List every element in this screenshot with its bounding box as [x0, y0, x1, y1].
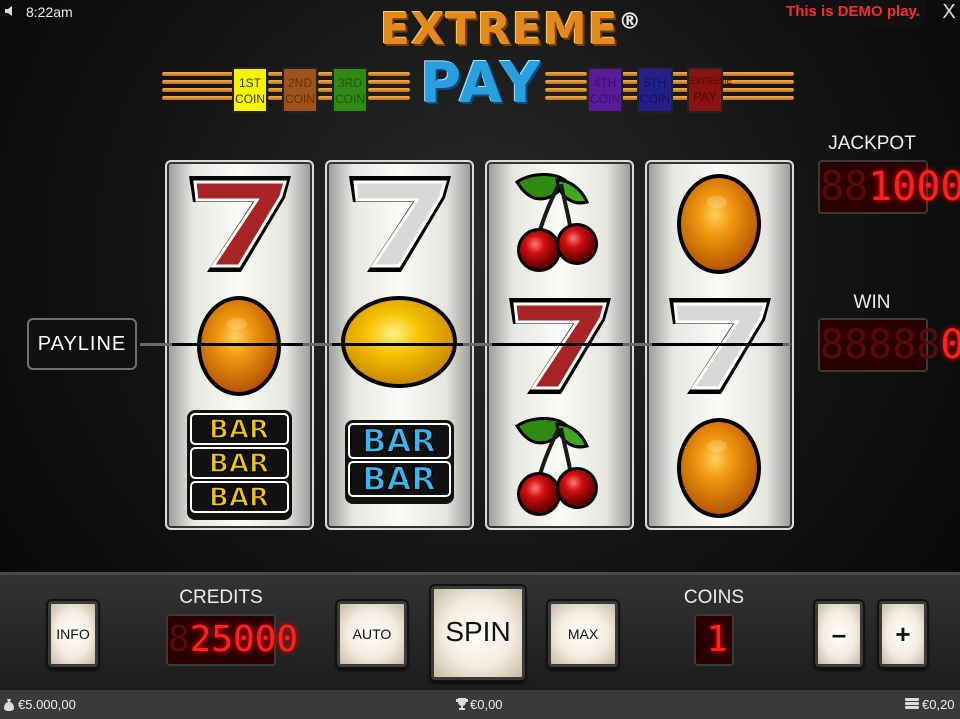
svg-text:BAR: BAR: [209, 483, 269, 513]
coin-indicator-line2: COIN: [335, 92, 365, 106]
payline-mark-4: [652, 343, 783, 346]
jackpot-ghost-digits: 88: [820, 164, 869, 210]
orange-symbol: [647, 406, 792, 528]
svg-text:BAR: BAR: [362, 422, 436, 460]
logo-stripes-left-d: [368, 72, 410, 108]
win-ghost-digits: 88888: [820, 322, 941, 368]
decrease-coins-button[interactable]: –: [815, 601, 863, 667]
credits-display: 825000: [166, 614, 298, 666]
auto-button[interactable]: AUTO: [337, 601, 407, 667]
credits-value: 25000: [189, 619, 299, 660]
trophy-icon: [456, 698, 468, 710]
max-bet-button[interactable]: MAX: [548, 601, 618, 667]
cherry-symbol: [487, 162, 632, 284]
seven-white-symbol: [327, 162, 472, 284]
cherry-symbol: [487, 406, 632, 528]
bar-triple-symbol: BAR BAR BAR: [167, 406, 312, 528]
credits-ghost-digits: 8: [168, 619, 190, 660]
control-panel: INFO CREDITS 825000 AUTO SPIN MAX COINS …: [0, 572, 960, 693]
win-value: 0: [940, 322, 960, 368]
money-bag-icon: [4, 699, 14, 711]
coin-indicator-4: 4TH COIN: [587, 67, 623, 113]
coin-indicator-line2: COIN: [285, 92, 315, 106]
coin-indicator-line2: COIN: [590, 92, 620, 106]
coin-indicator-6: EXTREME PAY: [687, 67, 733, 113]
seven-red-symbol: [167, 162, 312, 284]
speaker-icon[interactable]: [4, 4, 18, 18]
coin-indicator-line1: 2ND: [287, 76, 312, 90]
coin-indicator-line1: EXTREME: [689, 76, 733, 86]
payline-mark-2: [332, 343, 463, 346]
credits-label: CREDITS: [179, 587, 263, 608]
coin-indicator-line1: 3RD: [337, 76, 362, 90]
jackpot-value: 1000: [868, 164, 960, 210]
coin-indicator-line1: 4TH: [593, 76, 617, 90]
coin-indicator-5: 5TH COIN: [637, 67, 673, 113]
logo-stripes-left-a: [162, 72, 234, 108]
balance-value: €5.000,00: [18, 697, 76, 712]
jackpot-display: 881000: [818, 160, 960, 214]
logo-pay: PAY: [420, 51, 544, 116]
logo-extreme: EXTREME®: [380, 4, 641, 55]
coin-indicator-2: 2ND COIN: [282, 67, 318, 113]
payline-mark-3: [492, 343, 623, 346]
close-button[interactable]: X: [938, 0, 960, 24]
registered-mark: ®: [618, 9, 642, 35]
coins-label: COINS: [683, 587, 745, 608]
coin-indicator-line2: COIN: [235, 92, 265, 106]
demo-banner: This is DEMO play.: [781, 0, 925, 26]
coins-value: 1: [706, 619, 728, 660]
bar-double-symbol: BAR BAR: [327, 406, 472, 528]
win-amount: €0,00: [470, 697, 503, 712]
coin-indicator-line2: PAY: [692, 89, 718, 104]
win-display: 888880: [818, 318, 960, 372]
svg-text:BAR: BAR: [209, 415, 269, 445]
info-button[interactable]: INFO: [48, 601, 98, 667]
clock: 8:22am: [26, 4, 73, 20]
orange-symbol: [647, 162, 792, 284]
svg-text:BAR: BAR: [209, 449, 269, 479]
spin-button[interactable]: SPIN: [431, 586, 525, 680]
jackpot-label: JACKPOT: [828, 133, 916, 154]
coin-stack-icon: [905, 698, 919, 709]
logo-stripes-right-d: [722, 72, 794, 108]
logo-line1: EXTREME: [380, 4, 619, 55]
footer-bar: €5.000,00 €0,00 €0,20: [0, 690, 960, 719]
coin-indicator-line1: 1ST: [238, 76, 261, 90]
coins-display: 1: [694, 614, 734, 666]
payline-mark-1: [172, 343, 303, 346]
payline-button[interactable]: PAYLINE: [27, 318, 137, 370]
logo-stripes-right-a: [545, 72, 587, 108]
increase-coins-button[interactable]: +: [879, 601, 927, 667]
win-label: WIN: [853, 292, 891, 313]
svg-text:BAR: BAR: [362, 460, 436, 498]
coin-indicator-1: 1ST COIN: [232, 67, 268, 113]
coin-indicator-line2: COIN: [640, 92, 670, 106]
coin-indicator-3: 3RD COIN: [332, 67, 368, 113]
coin-indicator-line1: 5TH: [643, 76, 667, 90]
bet-amount: €0,20: [922, 697, 955, 712]
